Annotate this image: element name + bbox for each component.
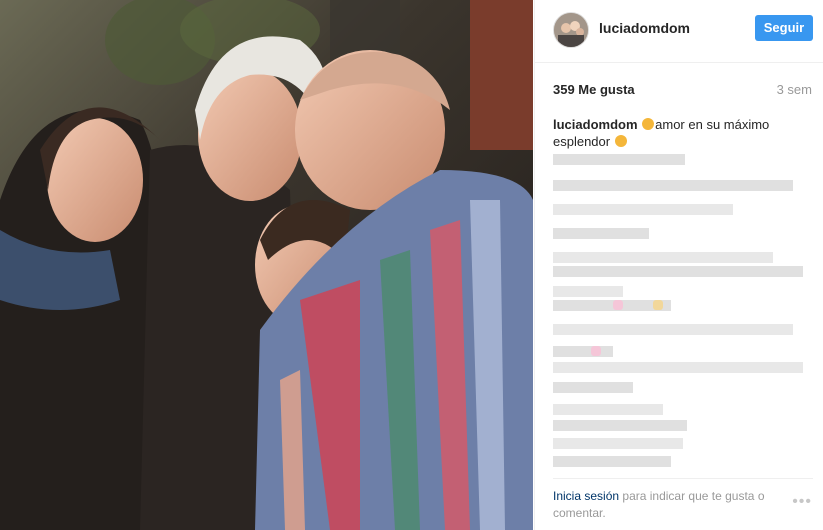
avatar[interactable] — [553, 12, 589, 48]
blurred-comments — [553, 150, 813, 480]
login-link[interactable]: Inicia sesión — [553, 489, 619, 503]
post-photo — [0, 0, 533, 530]
blurred-comment-line — [553, 204, 733, 215]
blurred-comment-line — [553, 382, 633, 393]
blurred-emoji — [591, 346, 601, 356]
blurred-emoji — [613, 300, 623, 310]
login-prompt: Inicia sesión para indicar que te gusta … — [553, 488, 778, 522]
username-link[interactable]: luciadomdom — [599, 20, 690, 36]
smiling-face-emoji-icon — [614, 135, 627, 147]
post-header: luciadomdom Seguir — [535, 0, 823, 63]
blurred-comment-line — [553, 346, 613, 357]
likes-count[interactable]: 359 Me gusta — [553, 82, 635, 97]
follow-button[interactable]: Seguir — [755, 15, 813, 41]
blurred-comment-line — [553, 252, 773, 263]
blurred-comment-line — [553, 154, 685, 165]
avatar-image — [554, 13, 588, 47]
photo-illustration — [0, 0, 533, 530]
post-time[interactable]: 3 sem — [777, 82, 812, 97]
blurred-comment-line — [553, 228, 649, 239]
blurred-comment-line — [553, 286, 623, 297]
blurred-emoji — [653, 300, 663, 310]
blurred-comment-line — [553, 420, 687, 431]
blurred-comment-line — [553, 438, 683, 449]
footer-divider — [553, 478, 813, 479]
post-caption: luciadomdom amor en su máximo esplendor — [553, 116, 773, 150]
post-side-panel: luciadomdom Seguir 359 Me gusta 3 sem lu… — [534, 0, 823, 530]
blurred-comment-line — [553, 324, 793, 335]
blurred-comment-line — [553, 404, 663, 415]
blurred-comment-line — [553, 456, 671, 467]
blurred-comment-line — [553, 180, 793, 191]
blurred-comment-line — [553, 266, 803, 277]
caption-username[interactable]: luciadomdom — [553, 117, 638, 132]
smiling-face-emoji-icon — [642, 118, 655, 130]
more-options-icon[interactable]: ••• — [792, 493, 812, 511]
blurred-comment-line — [553, 362, 803, 373]
